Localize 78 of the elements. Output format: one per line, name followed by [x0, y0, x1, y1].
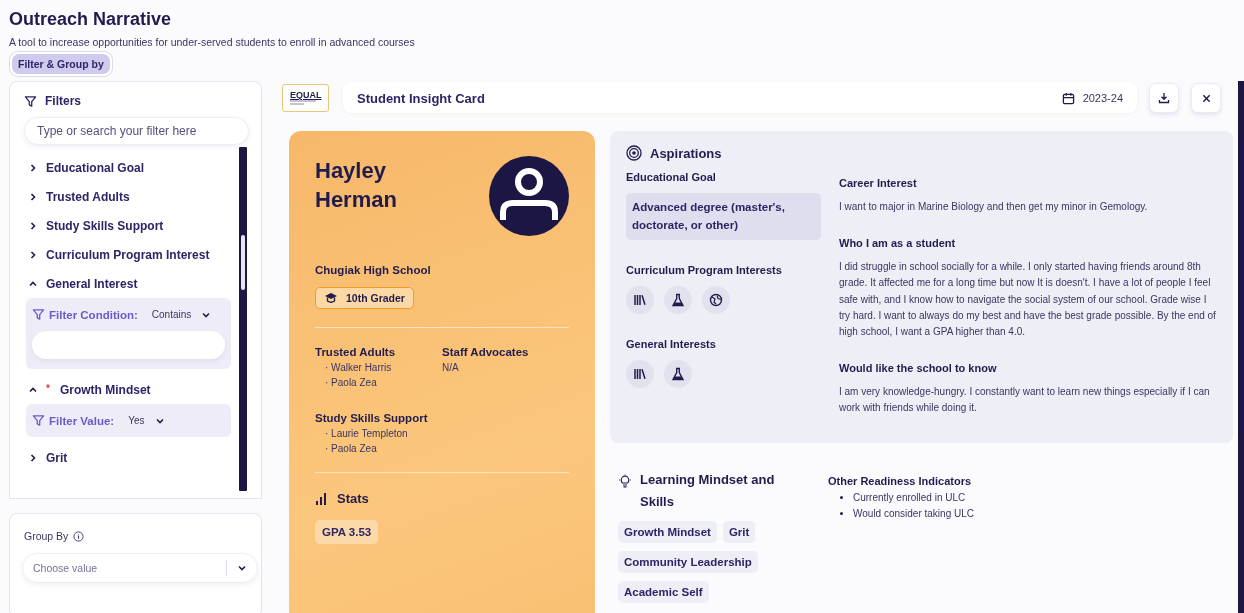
would-like-heading: Would like the school to know: [839, 362, 998, 375]
filter-icon: [24, 94, 37, 108]
scrollbar[interactable]: [1238, 81, 1244, 613]
educational-goal-value: Advanced degree (master's, doctorate, or other): [626, 193, 821, 240]
aspirations-heading: Aspirations: [650, 145, 722, 161]
logo: EQUAL: [282, 84, 329, 112]
filter-item[interactable]: Study Skills Support: [24, 211, 239, 240]
stats-heading: Stats: [337, 491, 369, 506]
chevron-icon: [28, 220, 38, 231]
filter-item[interactable]: Grit: [24, 443, 239, 472]
school-name: Chugiak High School: [315, 264, 431, 276]
educational-goal-heading: Educational Goal: [626, 171, 717, 183]
filter-item[interactable]: Curriculum Program Interest: [24, 240, 239, 269]
card-title: Student Insight Card: [357, 90, 485, 106]
filters-heading: Filters: [45, 94, 81, 108]
chevron-icon: [28, 191, 38, 202]
download-button[interactable]: [1149, 83, 1179, 113]
filter-item[interactable]: Educational Goal: [24, 153, 239, 182]
person-name: · Laurie Templeton: [324, 428, 408, 439]
skill-tag: Community Leadership: [618, 551, 758, 574]
filter-condition-label: Filter Condition:: [49, 308, 138, 321]
group-by-label: Group By: [24, 530, 69, 542]
bullet-icon: [840, 512, 843, 515]
condition-dropdown[interactable]: Contains: [151, 309, 192, 320]
staff-advocates-value: N/A: [442, 362, 460, 373]
who-i-am-text: I did struggle in school socially for a while. I only started having friends around 8th grade. It affected me for a long time but now It is doesn't. I have a lot of people I feel safe with, and I know how to navigate the social system of our school. Grade wise I try hard. I want to always do my best and have the best grade possible. By the end of high school, I want a GPA higher than 4.0.: [839, 260, 1217, 339]
readiness-item: Would consider taking ULC: [853, 508, 974, 519]
who-i-am-heading: Who I am as a student: [839, 237, 957, 250]
mindset-heading: Learning Mindset and Skills: [640, 471, 776, 512]
filter-value-label: Filter Value:: [49, 414, 115, 427]
skill-tag: Growth Mindset: [618, 521, 717, 544]
chevron-down-icon: [237, 563, 247, 573]
filter-icon: [32, 414, 45, 427]
person-name: · Walker Harris: [324, 362, 392, 373]
chevron-icon: [28, 249, 38, 260]
readiness-heading: Other Readiness Indicators: [828, 475, 973, 487]
lightbulb-icon: [618, 474, 632, 488]
close-icon: [1201, 93, 1211, 103]
target-icon: [626, 145, 642, 161]
skill-tag: Grit: [722, 521, 756, 544]
would-like-text: I am very knowledge-hungry. I constantly want to learn new things especially if I can work with friends while doing it.: [839, 385, 1211, 416]
download-icon: [1158, 92, 1170, 104]
graduation-cap-icon: [324, 292, 338, 304]
info-icon: [73, 530, 85, 542]
scrollbar[interactable]: [239, 147, 247, 491]
filter-icon: [32, 308, 45, 321]
filter-input-field[interactable]: [32, 331, 225, 359]
required-mark: *: [46, 383, 50, 394]
app-title: Outreach Narrative: [9, 9, 172, 30]
app-subtitle: A tool to increase opportunities for under-served students to enroll in advanced courses: [9, 36, 415, 48]
close-button[interactable]: [1191, 83, 1221, 113]
curriculum-interests-heading: Curriculum Program Interests: [626, 263, 783, 276]
study-skills-heading: Study Skills Support: [315, 412, 429, 424]
career-interest-heading: Career Interest: [839, 177, 918, 189]
value-dropdown[interactable]: Yes: [128, 415, 145, 426]
grade-badge: 10th Grader: [315, 287, 414, 309]
staff-advocates-heading: Staff Advocates: [442, 346, 530, 358]
career-interest-text: I want to major in Marine Biology and then get my minor in Gemology.: [839, 200, 1149, 214]
filter-search-field[interactable]: Type or search your filter here: [24, 117, 249, 145]
filter-item[interactable]: Trusted Adults: [24, 182, 239, 211]
student-name: Hayley Herman: [315, 157, 398, 214]
avatar-icon: [489, 156, 569, 236]
person-name: · Paola Zea: [324, 377, 377, 388]
gpa-badge: GPA 3.53: [315, 520, 379, 544]
bullet-icon: [840, 496, 843, 499]
filter-group-button[interactable]: Filter & Group by: [12, 54, 110, 74]
bar-chart-icon: [315, 491, 327, 506]
skill-tag: Academic Self: [618, 581, 709, 604]
filter-item[interactable]: * Growth Mindset: [24, 375, 239, 404]
chevron-icon: [28, 162, 38, 173]
trusted-adults-heading: Trusted Adults: [315, 346, 397, 358]
calendar-icon: [1061, 91, 1075, 105]
general-interests-heading: General Interests: [626, 337, 717, 350]
readiness-item: Currently enrolled in ULC: [853, 492, 966, 503]
person-name: · Paola Zea: [324, 443, 377, 454]
chevron-icon: [28, 452, 38, 463]
school-year: 2023-24: [1082, 92, 1123, 104]
filter-item[interactable]: General Interest: [24, 269, 239, 298]
